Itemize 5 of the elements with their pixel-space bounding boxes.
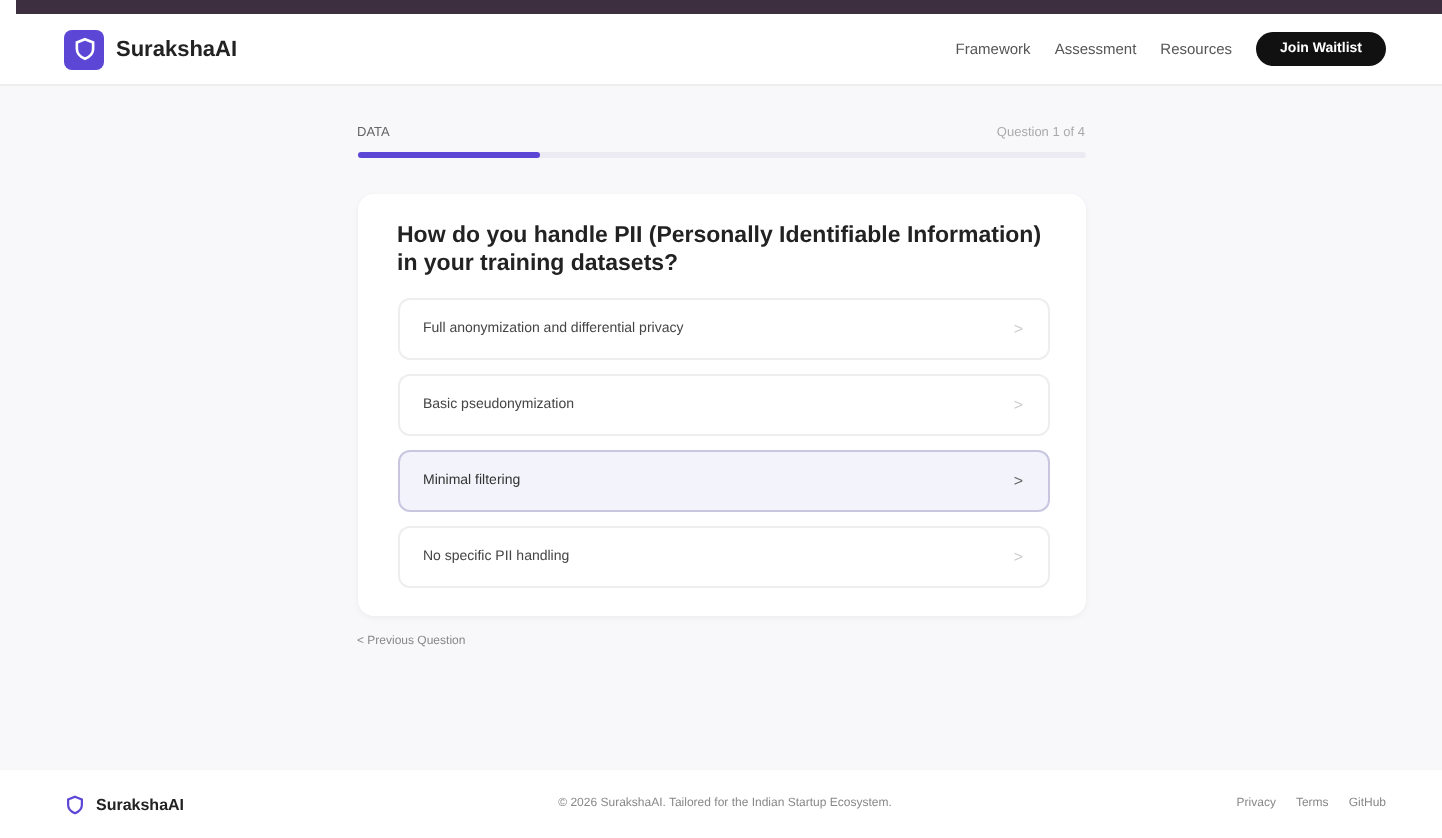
- brand-name: SurakshaAI: [116, 37, 238, 61]
- shield-icon: [71, 36, 97, 62]
- question-text: How do you handle PII (Personally Identifiable Information) in your training datasets?: [397, 222, 1044, 278]
- shield-icon: [64, 793, 86, 815]
- footer-brand: SurakshaAI: [96, 795, 185, 813]
